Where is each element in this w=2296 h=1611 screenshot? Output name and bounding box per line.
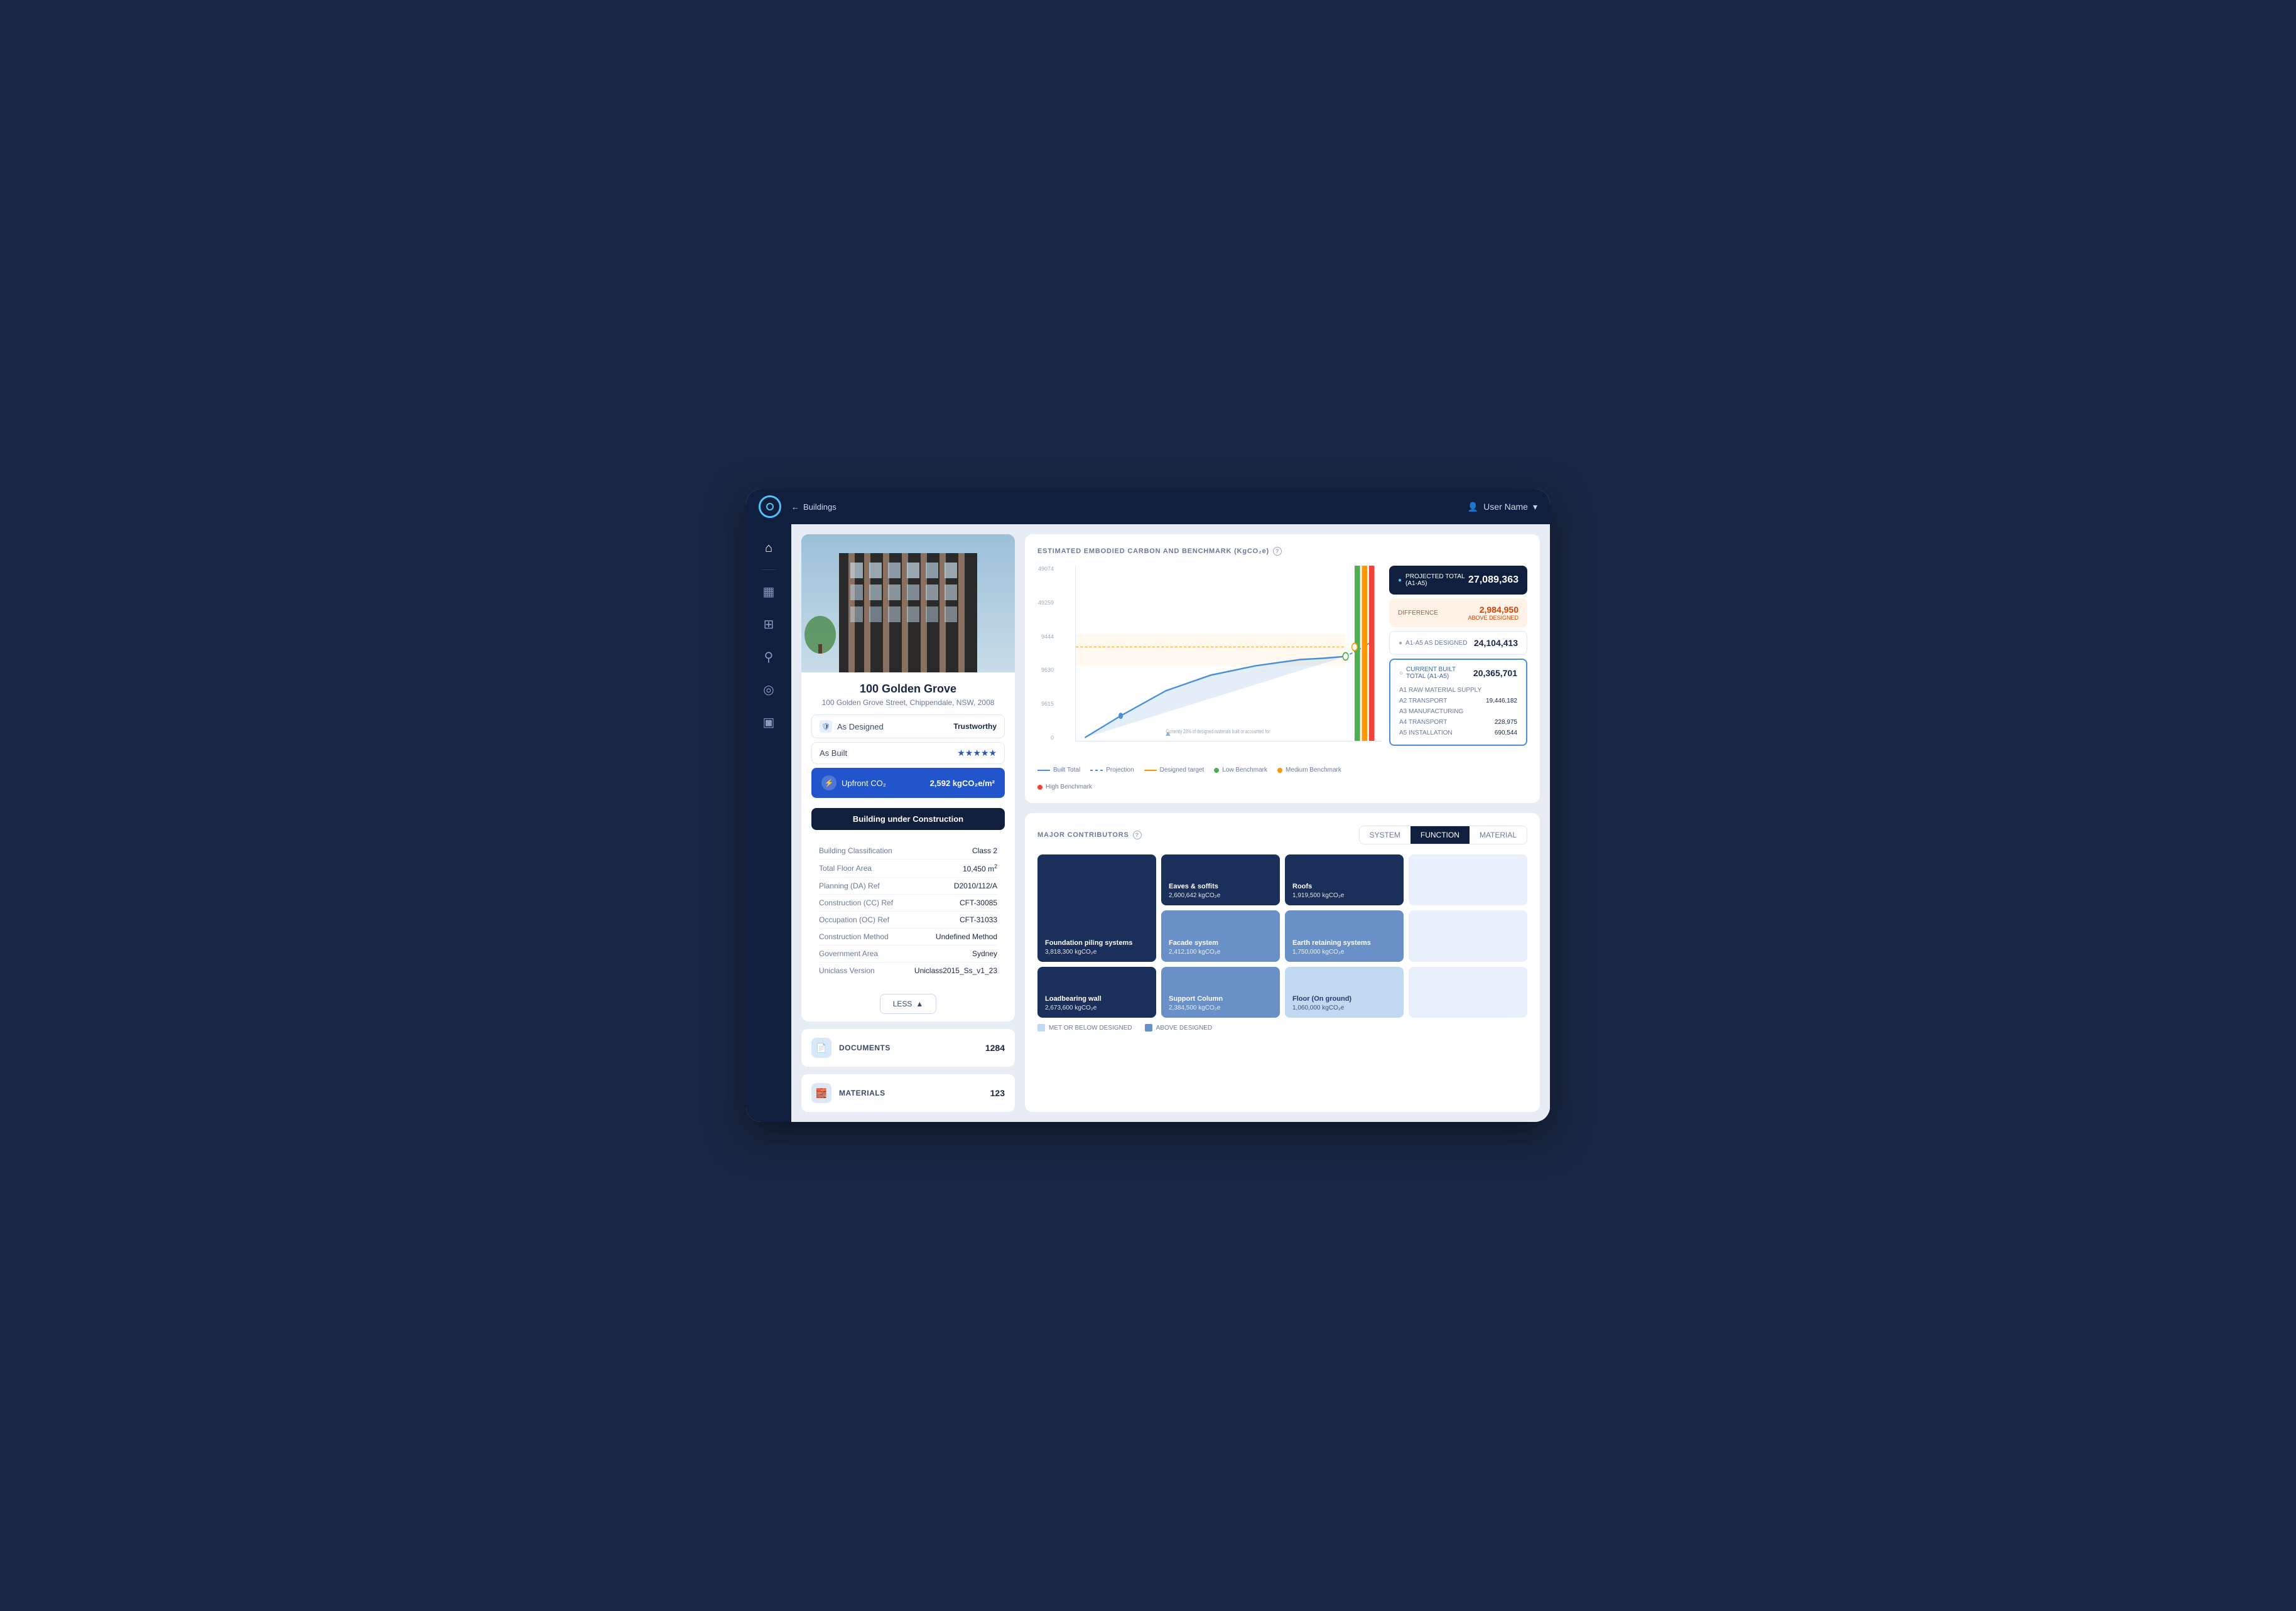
less-button[interactable]: LESS ▲ [880,994,937,1014]
contributors-info-icon[interactable]: ? [1133,831,1142,839]
contributors-header: MAJOR CONTRIBUTORS ? SYSTEM FUNCTION MAT… [1037,826,1527,844]
tab-function[interactable]: FUNCTION [1411,826,1470,844]
a5-row: A5 INSTALLATION 690,544 [1399,728,1517,738]
legend-met: MET OR BELOW DESIGNED [1037,1024,1132,1032]
upfront-co2-widget[interactable]: ⚡ Upfront CO₂ 2,592 kgCO₂e/m² [811,768,1005,798]
svg-text:Currently 20% of designed mate: Currently 20% of designed materials buil… [1166,728,1270,735]
back-button[interactable]: ← Buildings [791,502,837,512]
a4-row: A4 TRANSPORT 228,975 [1399,717,1517,728]
left-panel: 100 Golden Grove 100 Golden Grove Street… [801,534,1015,1112]
treemap-grid: Foundation piling systems 3,818,300 kgCO… [1037,854,1527,1018]
trust-badge: Trustworthy [953,722,997,731]
co2-icon: ⚡ [821,775,837,790]
construction-status-badge: Building under Construction [811,808,1005,830]
chart-main: 49074 49259 9444 9630 9615 0 [1037,566,1382,790]
sidebar-item-analytics[interactable]: ⚲ [755,643,782,671]
legend-built-total: Built Total [1037,767,1080,773]
a1-row: A1 RAW MATERIAL SUPPLY [1399,685,1517,696]
treemap-eaves: Eaves & soffits 2,600,642 kgCO₂e [1161,854,1280,905]
documents-icon: 📄 [811,1038,831,1058]
legend-low-benchmark: Low Benchmark [1214,767,1267,773]
rating-stars: ★★★★★ [957,748,997,758]
legend-above: ABOVE DESIGNED [1145,1024,1212,1032]
government-area-row: Government Area Sydney [819,946,997,962]
user-icon: 👤 [1468,502,1478,512]
sidebar-item-location[interactable]: ◎ [755,676,782,703]
tab-system[interactable]: SYSTEM [1360,826,1411,844]
back-arrow-icon: ← [791,502,799,512]
as-designed-stat: ● A1-A5 AS DESIGNED 24,104,413 [1389,631,1527,655]
planning-row: Planning (DA) Ref D2010/112/A [819,878,997,895]
building-card: 100 Golden Grove 100 Golden Grove Street… [801,534,1015,1021]
content-area: 100 Golden Grove 100 Golden Grove Street… [791,524,1550,1122]
as-built-row: As Built ★★★★★ [811,742,1005,764]
sidebar-item-grid[interactable]: ⊞ [755,610,782,638]
treemap-floor: Floor (On ground) 1,060,000 kgCO₂e [1285,967,1404,1018]
chart-info-icon[interactable]: ? [1273,547,1282,556]
chart-title: ESTIMATED EMBODIED CARBON AND BENCHMARK … [1037,547,1527,556]
legend-designed-target: Designed target [1144,767,1205,773]
documents-row[interactable]: 📄 DOCUMENTS 1284 [801,1029,1015,1067]
shield-icon: 🛡 [820,720,832,733]
building-address: 100 Golden Grove Street, Chippendale, NS… [811,698,1005,707]
view-tabs: SYSTEM FUNCTION MATERIAL [1359,826,1527,844]
chart-svg: Currently 20% of designed materials buil… [1076,566,1382,741]
a3-row: A3 MANUFACTURING [1399,706,1517,717]
projected-total-stat: ● PROJECTED TOTAL (A1-A5) 27,089,363 [1389,566,1527,595]
contributors-card: MAJOR CONTRIBUTORS ? SYSTEM FUNCTION MAT… [1025,813,1540,1112]
as-designed-row: 🛡 As Designed Trustworthy [811,714,1005,738]
carbon-chart-card: ESTIMATED EMBODIED CARBON AND BENCHMARK … [1025,534,1540,803]
building-image [801,534,1015,672]
treemap-loadbearing: Loadbearing wall 2,673,600 kgCO₂e [1037,967,1156,1018]
chevron-down-icon: ▾ [1533,502,1537,512]
construction-ref-row: Construction (CC) Ref CFT-30085 [819,895,997,912]
chart-container: 49074 49259 9444 9630 9615 0 [1037,566,1527,790]
building-info: 100 Golden Grove 100 Golden Grove Street… [801,672,1015,808]
treemap-facade: Facade system 2,412,100 kgCO₂e [1161,910,1280,961]
classification-row: Building Classification Class 2 [819,843,997,859]
user-name: User Name [1483,502,1528,512]
treemap-empty-2 [1409,910,1527,961]
sidebar-item-home[interactable]: ⌂ [755,534,782,562]
building-details: Building Classification Class 2 Total Fl… [811,838,1005,984]
treemap-earth: Earth retaining systems 1,750,000 kgCO₂e [1285,910,1404,961]
occupation-row: Occupation (OC) Ref CFT-31033 [819,912,997,929]
treemap-column: Support Column 2,384,500 kgCO₂e [1161,967,1280,1018]
chevron-up-icon: ▲ [916,999,923,1008]
chart-area: 49074 49259 9444 9630 9615 0 [1075,566,1382,741]
floor-area-row: Total Floor Area 10,450 m2 [819,859,997,878]
treemap-empty-3 [1409,967,1527,1018]
difference-stat: DIFFERENCE 2,984,950 ABOVE DESIGNED [1389,598,1527,627]
chart-legend: Built Total Projection Designed target [1037,767,1382,790]
legend-projection: Projection [1090,767,1134,773]
a2-row: A2 TRANSPORT 19,446,182 [1399,696,1517,706]
treemap-legend: MET OR BELOW DESIGNED ABOVE DESIGNED [1037,1024,1527,1032]
construction-method-row: Construction Method Undefined Method [819,929,997,946]
contributors-title: MAJOR CONTRIBUTORS ? [1037,831,1142,839]
upfront-co2-value: 2,592 kgCO₂e/m² [930,779,995,788]
building-name: 100 Golden Grove [811,682,1005,696]
treemap-empty-1 [1409,854,1527,905]
legend-high-benchmark: High Benchmark [1037,784,1092,790]
user-menu[interactable]: 👤 User Name ▾ [1468,502,1537,512]
sidebar-divider [761,569,776,570]
y-axis: 49074 49259 9444 9630 9615 0 [1038,566,1058,741]
treemap-foundation: Foundation piling systems 3,818,300 kgCO… [1037,854,1156,962]
uniclass-row: Uniclass Version Uniclass2015_Ss_v1_23 [819,962,997,979]
sidebar: ⌂ ▦ ⊞ ⚲ ◎ ▣ [746,524,791,1122]
right-panel: ESTIMATED EMBODIED CARBON AND BENCHMARK … [1025,534,1540,1112]
sidebar-item-chart[interactable]: ▣ [755,708,782,736]
treemap-roofs: Roofs 1,919,500 kgCO₂e [1285,854,1404,905]
materials-row[interactable]: 🧱 MATERIALS 123 [801,1074,1015,1112]
sidebar-item-reports[interactable]: ▦ [755,578,782,605]
floor-area-value: 10,450 m2 [963,863,997,873]
app-logo [759,495,781,518]
built-total-stat: ○ CURRENT BUILT TOTAL (A1-A5) 20,365,701… [1389,659,1527,746]
legend-medium-benchmark: Medium Benchmark [1277,767,1341,773]
chart-stats: ● PROJECTED TOTAL (A1-A5) 27,089,363 DIF… [1389,566,1527,746]
tab-material[interactable]: MATERIAL [1470,826,1527,844]
materials-icon: 🧱 [811,1083,831,1103]
